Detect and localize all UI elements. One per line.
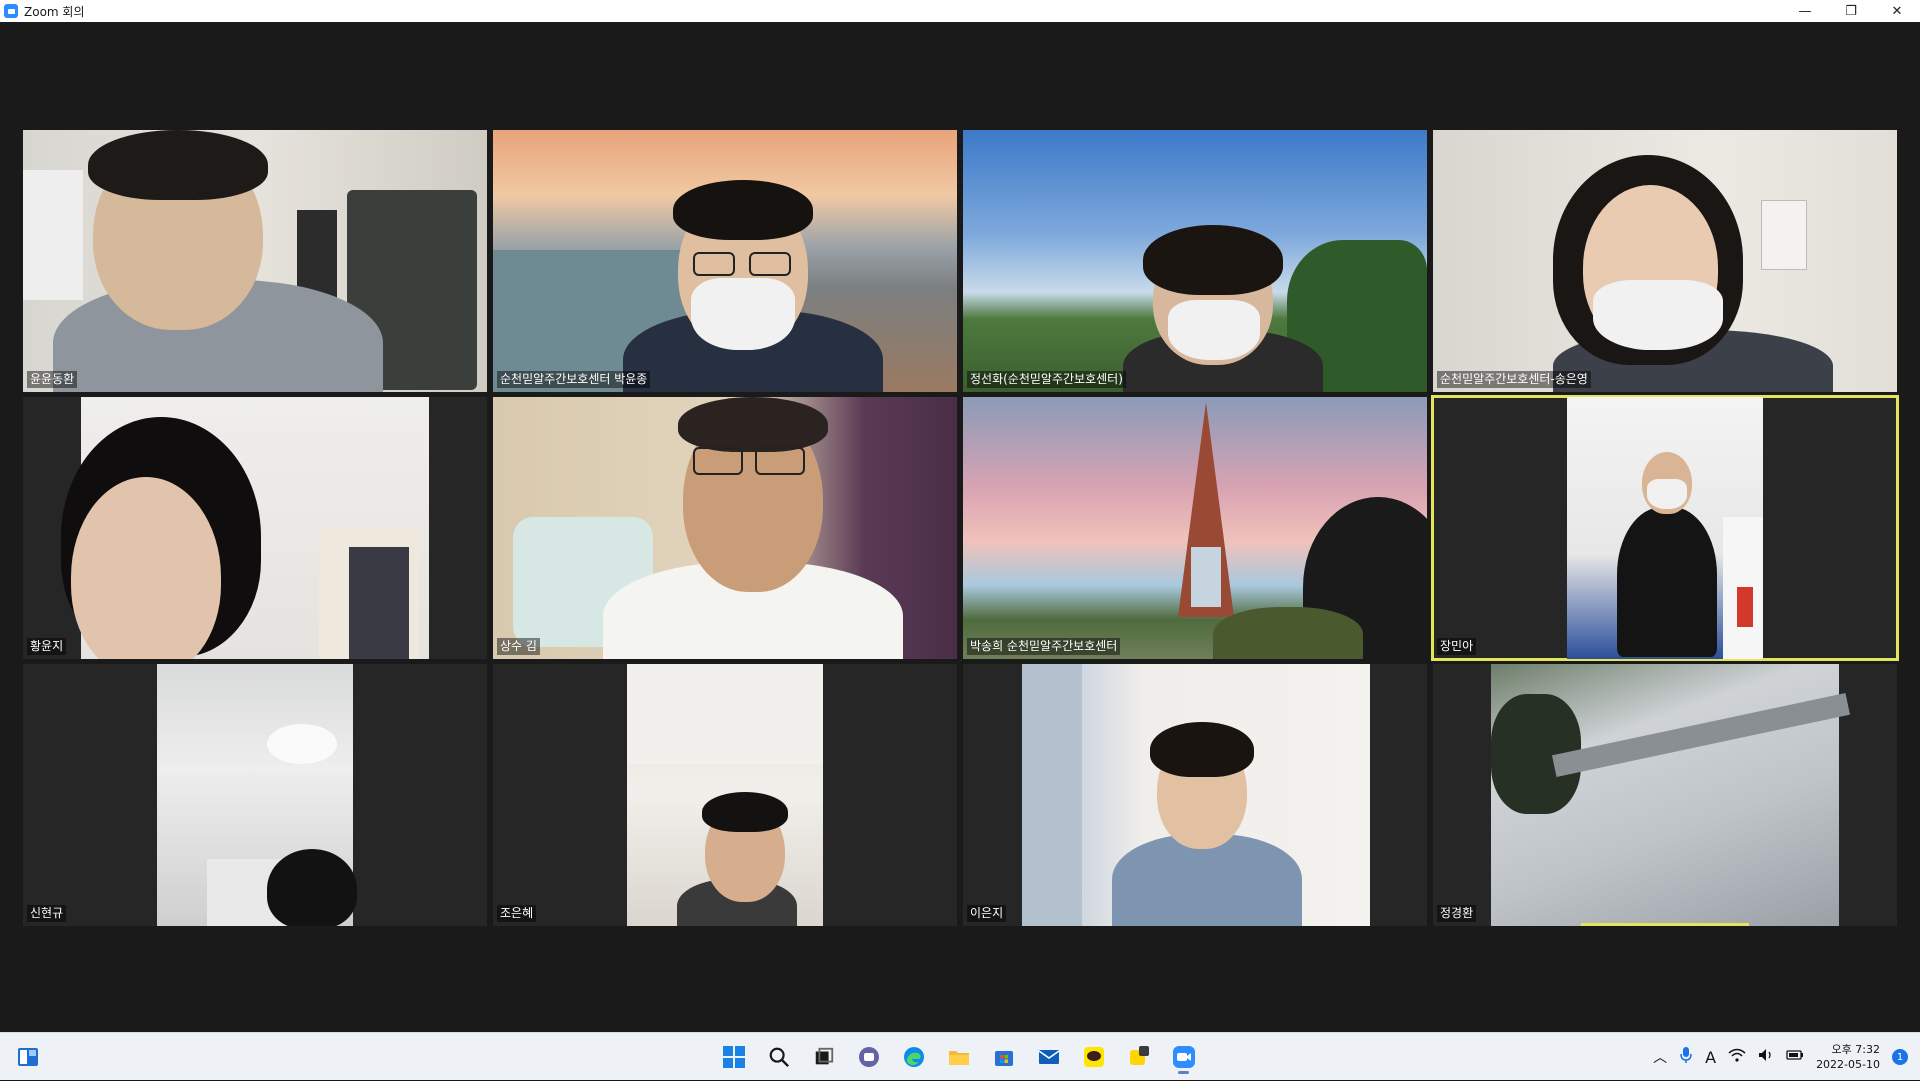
notification-badge[interactable]: 1	[1892, 1049, 1908, 1065]
participant-tile-11[interactable]: 이은지	[963, 664, 1427, 926]
participant-video	[493, 130, 957, 392]
kakaotalk-icon[interactable]	[1075, 1039, 1112, 1075]
participant-video	[157, 664, 357, 926]
participant-video	[1022, 664, 1370, 926]
participant-video	[493, 397, 957, 659]
taskbar-pinned-apps	[715, 1039, 1202, 1075]
participant-tile-1[interactable]: 윤윤동환	[23, 130, 487, 392]
search-icon[interactable]	[760, 1039, 797, 1075]
battery-icon[interactable]	[1786, 1049, 1804, 1065]
participant-tile-3[interactable]: 정선화(순천믿알주간보호센터)	[963, 130, 1427, 392]
system-tray: ︿ A 오후 7:32 2022-05-10 1	[1653, 1033, 1908, 1081]
participant-tile-8-active-speaker[interactable]: 장민아	[1431, 395, 1899, 661]
participant-tile-7[interactable]: 박송희 순천믿알주간보호센터	[963, 397, 1427, 659]
participant-name: 이은지	[967, 905, 1007, 922]
task-view-icon[interactable]	[805, 1039, 842, 1075]
active-video-indicator	[1581, 923, 1749, 926]
clock-date: 2022-05-10	[1816, 1058, 1880, 1071]
participant-video	[1491, 664, 1851, 926]
kakao-note-icon[interactable]	[1120, 1039, 1157, 1075]
participant-video	[23, 130, 487, 392]
participant-name: 윤윤동환	[27, 371, 78, 388]
teams-chat-icon[interactable]	[850, 1039, 887, 1075]
file-explorer-icon[interactable]	[940, 1039, 977, 1075]
clock-time: 오후 7:32	[1831, 1043, 1880, 1056]
participant-tile-5[interactable]: 황윤지	[23, 397, 487, 659]
participant-name: 정경환	[1437, 905, 1477, 922]
restore-button[interactable]: ❐	[1828, 0, 1874, 22]
participant-video	[963, 397, 1427, 659]
close-button[interactable]: ✕	[1874, 0, 1920, 22]
participant-video	[1433, 130, 1897, 392]
window-controls: — ❐ ✕	[1782, 0, 1920, 22]
minimize-button[interactable]: —	[1782, 0, 1828, 22]
microphone-icon[interactable]	[1679, 1046, 1693, 1068]
microsoft-store-icon[interactable]	[985, 1039, 1022, 1075]
participant-name: 상수 김	[497, 638, 540, 655]
participant-name: 신현규	[27, 905, 67, 922]
window-title: Zoom 회의	[24, 4, 85, 19]
chevron-up-icon[interactable]: ︿	[1653, 1047, 1667, 1067]
window-title-bar: Zoom 회의 — ❐ ✕	[0, 0, 1920, 22]
participant-tile-2[interactable]: 순천믿알주간보호센터 박윤종	[493, 130, 957, 392]
wifi-icon[interactable]	[1728, 1048, 1746, 1066]
mail-icon[interactable]	[1030, 1039, 1067, 1075]
participant-name: 장민아	[1437, 638, 1477, 655]
zoom-app-icon	[4, 4, 18, 18]
participant-tile-9[interactable]: 신현규	[23, 664, 487, 926]
participant-tile-10[interactable]: 조은혜	[493, 664, 957, 926]
participant-video	[1567, 397, 1763, 659]
edge-icon[interactable]	[895, 1039, 932, 1075]
widgets-icon[interactable]	[16, 1045, 40, 1069]
participant-tile-6[interactable]: 상수 김	[493, 397, 957, 659]
zoom-icon[interactable]	[1165, 1039, 1202, 1075]
windows-taskbar: ︿ A 오후 7:32 2022-05-10 1	[0, 1032, 1920, 1080]
participant-video	[963, 130, 1427, 392]
windows-start-icon[interactable]	[715, 1039, 752, 1075]
participant-name: 순천믿알주간보호센터 박윤종	[497, 371, 651, 388]
participant-video	[61, 397, 429, 659]
participant-name: 순천믿알주간보호센터-송은영	[1437, 371, 1591, 388]
participant-name: 박송희 순천믿알주간보호센터	[967, 638, 1121, 655]
participant-name: 정선화(순천믿알주간보호센터)	[967, 371, 1126, 388]
participant-video	[627, 664, 823, 926]
participant-tile-12[interactable]: 정경환	[1433, 664, 1897, 926]
speaker-icon[interactable]	[1758, 1048, 1774, 1066]
ime-indicator[interactable]: A	[1705, 1048, 1716, 1067]
participant-name: 황윤지	[27, 638, 67, 655]
gallery-view: 윤윤동환 순천믿알주간보호센터 박윤종 정선화(순천믿알주간보호센터) 순천믿알…	[0, 22, 1920, 1032]
participant-tile-4[interactable]: 순천믿알주간보호센터-송은영	[1433, 130, 1897, 392]
participant-name: 조은혜	[497, 905, 537, 922]
taskbar-clock[interactable]: 오후 7:32 2022-05-10	[1816, 1042, 1880, 1072]
